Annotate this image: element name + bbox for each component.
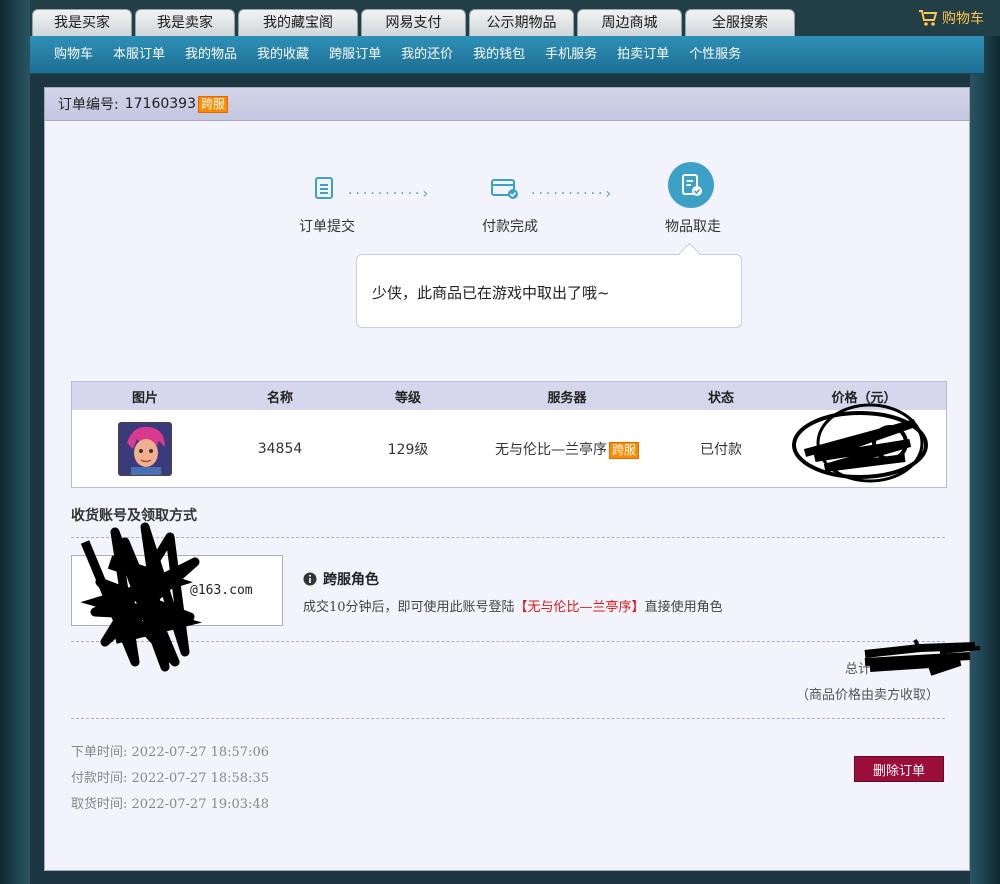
cross-server-badge: 跨服 xyxy=(197,95,228,113)
tab-seller[interactable]: 我是卖家 xyxy=(135,9,235,36)
delete-order-button[interactable]: 删除订单 xyxy=(854,756,944,782)
tab-search[interactable]: 全服搜索 xyxy=(685,9,795,36)
item-status: 已付款 xyxy=(700,441,742,458)
total-label: 总计 xyxy=(844,662,871,677)
col-name: 名称 xyxy=(266,390,293,406)
subnav-wallet[interactable]: 我的钱包 xyxy=(463,36,535,73)
col-level: 等级 xyxy=(394,390,421,406)
item-taken-icon xyxy=(668,162,714,208)
col-status: 状态 xyxy=(707,390,734,406)
subnav-bargain[interactable]: 我的还价 xyxy=(391,36,463,73)
subnav-personal[interactable]: 个性服务 xyxy=(679,36,751,73)
receive-account: @163.com xyxy=(190,583,253,598)
tab-pay[interactable]: 网易支付 xyxy=(361,9,466,36)
total-note: （商品价格由卖方收取） xyxy=(795,688,939,703)
receive-account-box: @163.com xyxy=(71,555,283,626)
take-time: 取货时间: 2022-07-27 19:03:48 xyxy=(71,797,269,812)
cross-role-label: 跨服角色 xyxy=(323,572,379,588)
character-avatar[interactable] xyxy=(118,421,172,476)
top-tabs: 我是买家 我是卖家 我的藏宝阁 网易支付 公示期物品 周边商城 全服搜索 xyxy=(32,9,795,36)
divider xyxy=(71,537,945,538)
order-header: 订单编号: 17160393 跨服 xyxy=(45,88,969,121)
page-left-edge xyxy=(0,0,30,884)
subnav-mobile[interactable]: 手机服务 xyxy=(535,36,607,73)
cross-role-title: 跨服角色 xyxy=(303,569,379,589)
order-number-label: 订单编号: xyxy=(58,97,119,113)
item-server-badge: 跨服 xyxy=(608,441,639,459)
col-image: 图片 xyxy=(131,390,158,406)
pay-time: 付款时间: 2022-07-27 18:58:35 xyxy=(71,771,269,786)
step-label-taken: 物品取走 xyxy=(665,219,721,235)
divider xyxy=(71,641,945,642)
item-table: 图片 名称 等级 服务器 状态 价格（元） 34854 129级 无与伦比—兰亭… xyxy=(71,381,947,488)
step-label-paid: 付款完成 xyxy=(482,219,538,235)
payment-done-icon xyxy=(481,165,527,211)
divider xyxy=(71,718,945,719)
order-number: 17160393 xyxy=(124,96,196,112)
info-icon xyxy=(303,572,317,586)
status-message: 少侠，此商品已在游戏中取出了哦~ xyxy=(356,254,742,328)
col-price: 价格（元） xyxy=(831,390,897,406)
cross-role-desc: 成交10分钟后，即可使用此账号登陆【无与伦比—兰亭序】直接使用角色 xyxy=(303,596,723,615)
tab-mall[interactable]: 周边商城 xyxy=(577,9,682,36)
table-row: 34854 129级 无与伦比—兰亭序 跨服 已付款 xyxy=(72,410,946,487)
subnav-local-orders[interactable]: 本服订单 xyxy=(103,36,175,73)
tab-treasure[interactable]: 我的藏宝阁 xyxy=(238,9,358,36)
sub-nav: 购物车 本服订单 我的物品 我的收藏 跨服订单 我的还价 我的钱包 手机服务 拍… xyxy=(30,36,984,74)
cart-label: 购物车 xyxy=(942,11,984,27)
order-times: 下单时间: 2022-07-27 18:57:06 付款时间: 2022-07-… xyxy=(71,740,269,818)
order-time: 下单时间: 2022-07-27 18:57:06 xyxy=(71,745,269,760)
progress-dots-1: ··········› xyxy=(348,186,432,202)
table-header: 图片 名称 等级 服务器 状态 价格（元） xyxy=(72,382,946,410)
progress-dots-2: ··········› xyxy=(531,186,615,202)
item-name: 34854 xyxy=(257,440,303,457)
subnav-favorites[interactable]: 我的收藏 xyxy=(247,36,319,73)
subnav-auction[interactable]: 拍卖订单 xyxy=(607,36,679,73)
step-label-submit: 订单提交 xyxy=(299,219,355,235)
subnav-cart[interactable]: 购物车 xyxy=(44,36,103,73)
page-right-edge xyxy=(970,0,1000,884)
cross-role-server: 【无与伦比—兰亭序】 xyxy=(514,600,645,615)
cross-role-desc-prefix: 成交10分钟后，即可使用此账号登陆 xyxy=(303,600,515,615)
cart-icon xyxy=(919,10,938,26)
col-server: 服务器 xyxy=(547,390,587,406)
tab-buyer[interactable]: 我是买家 xyxy=(32,9,132,36)
item-level: 129级 xyxy=(387,441,429,458)
receive-section-title: 收货账号及领取方式 xyxy=(71,508,197,524)
order-submit-icon xyxy=(301,165,347,211)
item-server-name: 无与伦比—兰亭序 xyxy=(494,441,607,458)
cross-role-desc-suffix: 直接使用角色 xyxy=(644,600,723,615)
cart-link[interactable]: 购物车 xyxy=(918,8,984,28)
order-panel: 订单编号: 17160393 跨服 ··········› ··········… xyxy=(44,87,970,871)
item-server: 无与伦比—兰亭序 跨服 xyxy=(474,439,660,459)
subnav-cross-orders[interactable]: 跨服订单 xyxy=(319,36,391,73)
total-price: 总计 xyxy=(845,658,943,677)
tab-public[interactable]: 公示期物品 xyxy=(469,9,574,36)
subnav-my-items[interactable]: 我的物品 xyxy=(175,36,247,73)
